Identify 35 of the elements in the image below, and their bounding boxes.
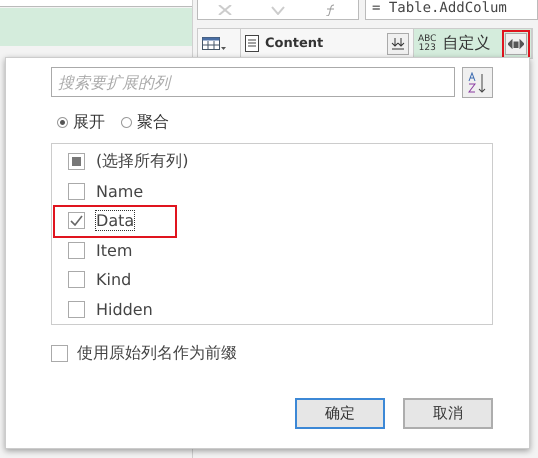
column-header: 自定义 — [442, 33, 492, 54]
ok-button[interactable]: 确定 — [295, 398, 385, 429]
table-menu-button[interactable] — [198, 29, 241, 58]
checkbox[interactable] — [68, 242, 85, 259]
table-icon — [202, 36, 226, 50]
column-header: Content — [265, 36, 324, 51]
expand-icon — [391, 36, 405, 50]
sort-icon — [468, 72, 488, 94]
column-name[interactable]: Name — [96, 182, 144, 201]
cancel-button[interactable]: 取消 — [403, 398, 493, 429]
checkbox[interactable] — [68, 182, 85, 200]
expand-arrows-icon — [508, 38, 524, 48]
checkbox[interactable] — [68, 271, 85, 288]
checkbox[interactable] — [68, 212, 85, 230]
radio-option[interactable]: 展开 — [57, 112, 105, 133]
expand-column-button[interactable] — [505, 32, 527, 54]
checkbox[interactable] — [51, 345, 68, 362]
column-name[interactable]: Hidden — [96, 300, 153, 319]
column-name[interactable]: Kind — [96, 270, 132, 290]
type-label: ABC 123 — [418, 34, 436, 52]
text-type-icon — [245, 35, 259, 52]
checkbox[interactable] — [68, 153, 85, 170]
expand-button[interactable] — [387, 32, 409, 54]
radio-option[interactable]: 聚合 — [121, 112, 169, 133]
column-name[interactable]: (选择所有列) — [96, 151, 188, 172]
checkmark-icon — [70, 215, 83, 226]
checkmark-icon[interactable] — [270, 4, 285, 14]
close-icon[interactable] — [218, 4, 232, 14]
sort-button[interactable] — [462, 67, 493, 98]
search-field[interactable]: 搜索要扩展的列 — [51, 67, 455, 97]
column-name[interactable]: Item — [96, 240, 132, 260]
column-name[interactable]: Data — [96, 211, 134, 230]
checkbox[interactable] — [68, 300, 85, 318]
formula-field[interactable]: = Table.AddColum — [365, 0, 538, 20]
prefix-label: 使用原始列名作为前缀 — [77, 343, 237, 364]
